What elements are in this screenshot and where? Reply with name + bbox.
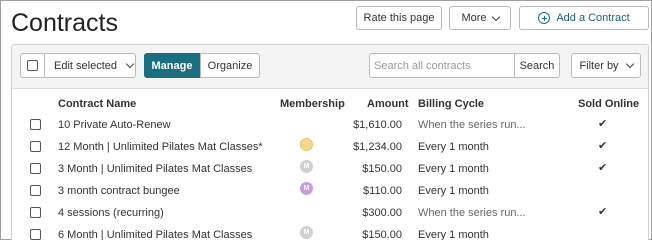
more-button[interactable]: More (449, 6, 511, 30)
add-contract-button[interactable]: Add a Contract (519, 6, 649, 30)
contract-amount: $1,234.00 (353, 141, 402, 153)
contract-amount: $110.00 (363, 185, 402, 197)
sold-online-check-icon: ✔ (598, 206, 608, 218)
billing-cycle: Every 1 month (418, 141, 489, 153)
rate-this-page-button[interactable]: Rate this page (356, 6, 442, 30)
membership-badge-icon: M (300, 182, 313, 195)
contract-amount: $1,610.00 (353, 119, 402, 131)
contract-name[interactable]: 4 sessions (recurring) (58, 207, 164, 219)
table-row[interactable]: 10 Private Auto-Renew $1,610.00 When the… (12, 114, 648, 136)
billing-cycle: When the series run... (418, 207, 526, 219)
chevron-down-icon (625, 59, 634, 69)
table-row[interactable]: 6 Month | Unlimited Pilates Mat Classes … (12, 224, 648, 240)
select-all-checkbox[interactable] (20, 53, 45, 78)
filter-by-label: Filter by (579, 59, 619, 72)
contract-name[interactable]: 3 month contract bungee (58, 185, 180, 197)
search-input[interactable] (369, 53, 515, 78)
contract-amount: $150.00 (362, 163, 402, 175)
billing-cycle: Every 1 month (418, 229, 489, 240)
table-row[interactable]: 12 Month | Unlimited Pilates Mat Classes… (12, 136, 648, 158)
row-checkbox[interactable] (30, 141, 41, 152)
contract-name[interactable]: 3 Month | Unlimited Pilates Mat Classes (58, 163, 252, 175)
membership-badge-icon: M (300, 226, 313, 239)
rate-this-page-label: Rate this page (363, 12, 435, 24)
billing-cycle: When the series run... (418, 119, 526, 131)
row-checkbox[interactable] (30, 163, 41, 174)
column-header-amount[interactable]: Amount (367, 98, 409, 110)
column-header-sold-online[interactable]: Sold Online (578, 98, 639, 110)
contracts-panel: Edit selected Manage Organize Search Fil… (11, 44, 649, 240)
tab-manage[interactable]: Manage (144, 53, 200, 78)
contract-amount: $300.00 (362, 207, 402, 219)
row-checkbox[interactable] (30, 207, 41, 218)
edit-selected-dropdown[interactable]: Edit selected (44, 53, 136, 78)
membership-badge-icon (300, 138, 313, 151)
table-row[interactable]: 3 Month | Unlimited Pilates Mat Classes … (12, 158, 648, 180)
table-row[interactable]: 3 month contract bungee M $110.00 Every … (12, 180, 648, 202)
contract-name[interactable]: 6 Month | Unlimited Pilates Mat Classes (58, 229, 252, 240)
edit-selected-label: Edit selected (54, 59, 117, 72)
tab-organize[interactable]: Organize (200, 53, 260, 78)
contract-name[interactable]: 12 Month | Unlimited Pilates Mat Classes… (58, 141, 263, 153)
sold-online-check-icon: ✔ (598, 118, 608, 130)
chevron-down-icon (491, 12, 500, 21)
plus-circle-icon (538, 12, 551, 24)
search-button[interactable]: Search (514, 53, 560, 78)
sold-online-check-icon: ✔ (598, 162, 608, 174)
column-header-contract-name[interactable]: Contract Name (58, 98, 136, 110)
more-label: More (461, 12, 487, 24)
contracts-toolbar: Edit selected Manage Organize Search Fil… (12, 45, 648, 89)
add-contract-label: Add a Contract (556, 12, 630, 24)
tab-manage-label: Manage (151, 59, 193, 72)
column-header-membership[interactable]: Membership (280, 98, 345, 110)
filter-by-button[interactable]: Filter by (571, 53, 641, 78)
contract-name[interactable]: 10 Private Auto-Renew (58, 119, 171, 131)
checkbox-icon (27, 60, 38, 71)
row-checkbox[interactable] (30, 229, 41, 240)
billing-cycle: Every 1 month (418, 185, 489, 197)
tab-organize-label: Organize (207, 59, 253, 72)
table-row[interactable]: 4 sessions (recurring) $300.00 When the … (12, 202, 648, 224)
page-title: Contracts (11, 9, 118, 37)
sold-online-check-icon: ✔ (598, 140, 608, 152)
membership-badge-icon: M (300, 160, 313, 173)
row-checkbox[interactable] (30, 185, 41, 196)
billing-cycle: Every 1 month (418, 163, 489, 175)
row-checkbox[interactable] (30, 119, 41, 130)
search-button-label: Search (519, 59, 555, 72)
contract-amount: $150.00 (362, 229, 402, 240)
chevron-down-icon (125, 59, 135, 69)
column-header-billing-cycle[interactable]: Billing Cycle (418, 98, 484, 110)
